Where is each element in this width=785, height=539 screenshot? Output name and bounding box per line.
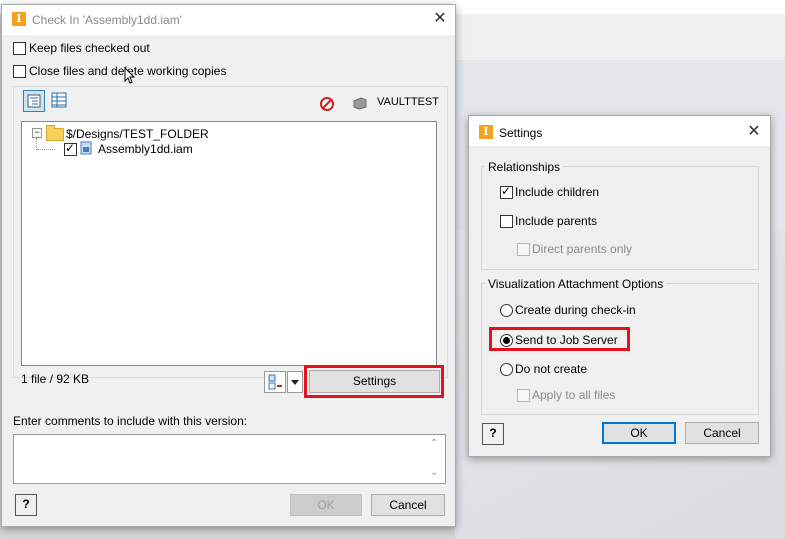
app-icon: I xyxy=(12,12,26,26)
file-tree[interactable]: − $/Designs/TEST_FOLDER Assembly1dd.iam xyxy=(21,121,437,366)
include-parents-checkbox[interactable] xyxy=(500,215,513,228)
tree-child-label: Assembly1dd.iam xyxy=(98,142,193,156)
settings-ok-button[interactable]: OK xyxy=(602,422,676,444)
keep-checked-out-label: Keep files checked out xyxy=(29,41,150,55)
settings-dialog: I Settings ✕ Relationships Include child… xyxy=(468,115,771,457)
include-children-label: Include children xyxy=(515,185,600,199)
tree-view-icon[interactable] xyxy=(23,90,45,112)
job-server-highlight-box xyxy=(489,327,630,351)
comments-textarea[interactable] xyxy=(13,434,446,484)
dropdown-arrow-icon[interactable] xyxy=(287,371,303,393)
settings-title: Settings xyxy=(499,126,543,140)
tree-root-label: $/Designs/TEST_FOLDER xyxy=(66,127,209,141)
direct-parents-label: Direct parents only xyxy=(532,242,633,256)
checkin-cancel-button[interactable]: Cancel xyxy=(371,494,445,516)
file-count: 1 file / 92 KB xyxy=(21,372,90,386)
tree-child-checkbox[interactable] xyxy=(64,141,77,156)
settings-app-icon: I xyxy=(479,125,493,139)
no-connection-icon xyxy=(320,97,334,111)
help-icon[interactable]: ? xyxy=(15,494,37,516)
settings-close-icon[interactable]: ✕ xyxy=(745,123,763,141)
vault-server-icon xyxy=(352,96,368,110)
direct-parents-checkbox[interactable] xyxy=(517,243,530,256)
tree-collapse-icon[interactable]: − xyxy=(32,128,42,138)
vault-name: VAULTTEST xyxy=(377,96,439,108)
grid-view-icon[interactable] xyxy=(49,90,69,110)
mouse-cursor-icon xyxy=(124,66,136,88)
tree-line-h xyxy=(37,149,55,151)
apply-to-all-checkbox[interactable] xyxy=(517,389,530,402)
include-children-checkbox[interactable] xyxy=(500,184,513,199)
scroll-up-icon[interactable]: ⌃ xyxy=(430,438,438,449)
do-not-create-label: Do not create xyxy=(515,362,588,376)
settings-highlight-box xyxy=(304,365,444,398)
close-icon[interactable]: ✕ xyxy=(431,10,449,28)
options-icon[interactable] xyxy=(264,371,286,393)
folder-icon xyxy=(46,125,64,141)
settings-titlebar: I Settings ✕ xyxy=(469,116,770,146)
settings-cancel-button[interactable]: Cancel xyxy=(685,422,759,444)
comments-label: Enter comments to include with this vers… xyxy=(13,414,248,428)
create-during-checkin-label: Create during check-in xyxy=(515,303,636,317)
settings-help-icon[interactable]: ? xyxy=(482,423,504,445)
checkin-dialog: I Check In 'Assembly1dd.iam' ✕ Keep file… xyxy=(1,4,456,527)
checkin-ok-button[interactable]: OK xyxy=(290,494,362,516)
close-files-checkbox[interactable] xyxy=(13,65,26,78)
background-area xyxy=(455,14,785,60)
visualization-title: Visualization Attachment Options xyxy=(485,277,667,291)
assembly-file-icon xyxy=(79,141,93,155)
apply-to-all-label: Apply to all files xyxy=(532,388,616,402)
include-parents-label: Include parents xyxy=(515,214,598,228)
scroll-down-icon[interactable]: ⌄ xyxy=(430,467,438,478)
create-during-checkin-radio[interactable] xyxy=(500,304,513,317)
relationships-title: Relationships xyxy=(485,160,564,174)
keep-checked-out-checkbox[interactable] xyxy=(13,42,26,55)
do-not-create-radio[interactable] xyxy=(500,363,513,376)
checkin-title: Check In 'Assembly1dd.iam' xyxy=(32,13,182,27)
checkin-titlebar: I Check In 'Assembly1dd.iam' ✕ xyxy=(2,5,455,35)
